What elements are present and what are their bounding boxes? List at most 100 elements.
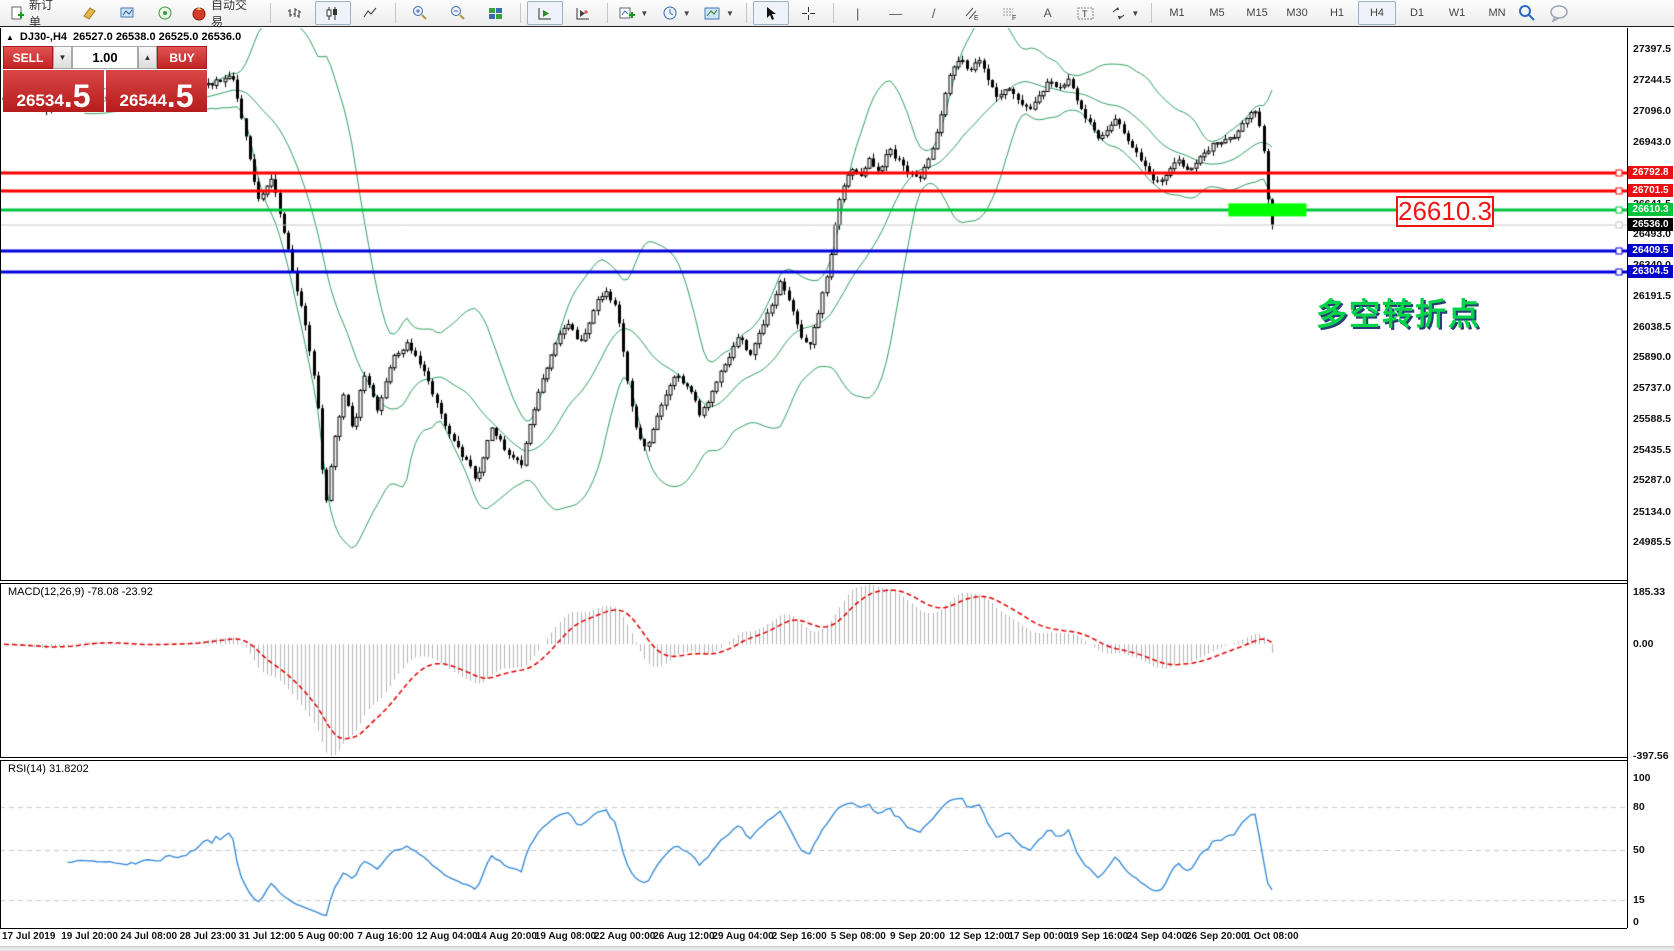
pane-divider[interactable]: [0, 580, 1674, 584]
svg-text:F: F: [1012, 15, 1016, 21]
timeframe-m15-button[interactable]: M15: [1238, 1, 1276, 25]
svg-text:E: E: [974, 15, 979, 21]
collapse-panel-icon[interactable]: ▲: [6, 33, 14, 42]
chart-left-border: [0, 28, 1, 928]
crosshair-icon: [801, 6, 816, 21]
timeframe-m5-button[interactable]: M5: [1198, 1, 1236, 25]
one-click-trading-panel: SELL ▼ ▲ BUY 26534 .5 26544 .5: [3, 46, 207, 112]
arrows-button[interactable]: ▼: [1106, 1, 1145, 25]
separator: [520, 3, 521, 23]
chart-shift-button[interactable]: [565, 1, 601, 25]
market-watch-button[interactable]: [110, 1, 146, 25]
vertical-line-icon: |: [856, 7, 859, 20]
macd-label: MACD(12,26,9) -78.08 -23.92: [8, 586, 153, 598]
label-button[interactable]: T: [1068, 1, 1104, 25]
pane-divider[interactable]: [0, 757, 1674, 761]
trendline-icon: /: [932, 7, 936, 20]
status-bar: [0, 946, 1674, 951]
separator: [1151, 3, 1152, 23]
arrows-icon: [1111, 6, 1126, 21]
timeframe-mn-button[interactable]: MN: [1478, 1, 1516, 25]
separator: [746, 3, 747, 23]
autoscroll-icon: [537, 6, 553, 21]
sell-price-frac: .5: [64, 83, 91, 109]
volume-increase-button[interactable]: ▲: [138, 46, 157, 69]
zoom-in-icon: [412, 5, 428, 21]
new-order-button[interactable]: 新订单: [4, 1, 70, 25]
autoscroll-button[interactable]: [527, 1, 563, 25]
fibonacci-button[interactable]: F: [992, 1, 1028, 25]
timeframe-h4-button[interactable]: H4: [1358, 1, 1396, 25]
zoom-out-icon: [450, 5, 466, 21]
chart-shift-icon: [575, 6, 591, 21]
sell-price-button[interactable]: 26534 .5: [3, 70, 104, 112]
cursor-icon: [764, 6, 778, 21]
market-watch-icon: [120, 6, 135, 21]
timeframe-m30-button[interactable]: M30: [1278, 1, 1316, 25]
line-chart-button[interactable]: [353, 1, 389, 25]
channel-icon: E: [964, 6, 980, 21]
indicators-icon: [619, 6, 635, 21]
volume-input[interactable]: [72, 46, 138, 69]
separator: [833, 3, 834, 23]
line-chart-icon: [363, 6, 378, 21]
buy-price-button[interactable]: 26544 .5: [106, 70, 207, 112]
toolbar: 新订单 自动交易 ▼ ▼ ▼ | — / E F A T ▼: [0, 0, 1674, 27]
crosshair-button[interactable]: [791, 1, 827, 25]
zoom-out-button[interactable]: [440, 1, 476, 25]
indicators-button[interactable]: ▼: [614, 1, 654, 25]
templates-button[interactable]: ▼: [698, 1, 739, 25]
bar-chart-icon: [287, 6, 302, 21]
caret-down-icon: ▼: [683, 9, 691, 18]
separator: [395, 3, 396, 23]
chat-icon[interactable]: [1550, 4, 1570, 22]
autotrading-button[interactable]: 自动交易: [186, 1, 264, 25]
caret-down-icon: ▼: [1131, 9, 1139, 18]
cursor-button[interactable]: [753, 1, 789, 25]
fibonacci-icon: F: [1002, 6, 1018, 21]
sell-button[interactable]: SELL: [3, 46, 53, 69]
periods-button[interactable]: ▼: [656, 1, 696, 25]
symbol-period-label: DJ30-,H4: [20, 31, 67, 43]
timeframe-d1-button[interactable]: D1: [1398, 1, 1436, 25]
tile-windows-icon: [488, 6, 503, 21]
sell-price-main: 26534: [17, 92, 64, 109]
mt4-window: 新订单 自动交易 ▼ ▼ ▼ | — / E F A T ▼: [0, 0, 1674, 951]
timeframe-w1-button[interactable]: W1: [1438, 1, 1476, 25]
macd-pane-canvas[interactable]: [0, 584, 1627, 757]
chart-header: ▲ DJ30-,H4 26527.0 26538.0 26525.0 26536…: [6, 31, 241, 43]
candlestick-button[interactable]: [315, 1, 351, 25]
autotrading-label: 自动交易: [211, 0, 258, 30]
signals-icon: [158, 6, 173, 21]
price-axis[interactable]: [1627, 28, 1674, 928]
layouts-button[interactable]: [72, 1, 108, 25]
timeframe-h1-button[interactable]: H1: [1318, 1, 1356, 25]
time-axis[interactable]: [0, 928, 1627, 946]
buy-button[interactable]: BUY: [157, 46, 207, 69]
horizontal-line-icon: —: [889, 7, 902, 20]
buy-price-frac: .5: [167, 83, 194, 109]
trendline-button[interactable]: /: [916, 1, 952, 25]
tile-windows-button[interactable]: [478, 1, 514, 25]
text-icon: A: [1044, 7, 1052, 19]
templates-icon: [704, 6, 721, 21]
autotrading-icon: [192, 6, 207, 21]
text-button[interactable]: A: [1030, 1, 1066, 25]
rsi-pane-canvas[interactable]: [0, 761, 1627, 928]
label-icon: T: [1077, 6, 1094, 21]
channel-button[interactable]: E: [954, 1, 990, 25]
search-icon[interactable]: [1518, 4, 1536, 22]
pivot-note-text[interactable]: 多空转折点: [1316, 289, 1481, 334]
volume-decrease-button[interactable]: ▼: [53, 46, 72, 69]
separator: [270, 3, 271, 23]
zoom-in-button[interactable]: [402, 1, 438, 25]
price-level-box[interactable]: 26610.3: [1396, 196, 1494, 227]
separator: [607, 3, 608, 23]
vertical-line-button[interactable]: |: [840, 1, 876, 25]
bar-chart-button[interactable]: [277, 1, 313, 25]
new-order-label: 新订单: [29, 0, 64, 30]
horizontal-line-button[interactable]: —: [878, 1, 914, 25]
timeframe-m1-button[interactable]: M1: [1158, 1, 1196, 25]
signals-button[interactable]: [148, 1, 184, 25]
new-order-icon: [10, 6, 25, 21]
